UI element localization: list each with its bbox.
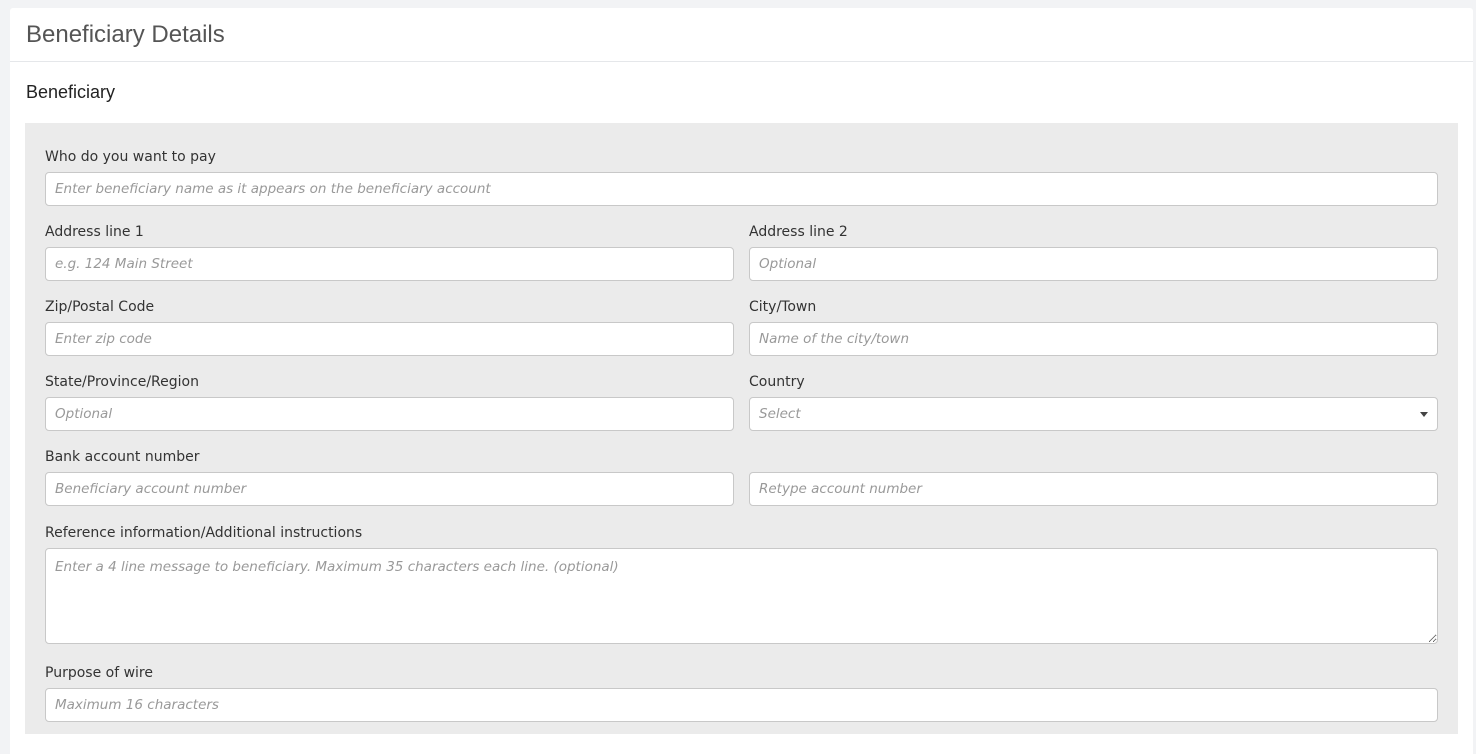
beneficiary-details-card: Beneficiary Details Beneficiary Who do y… <box>10 8 1473 754</box>
country-select-value: Select <box>759 406 801 422</box>
section-title: Beneficiary <box>26 82 116 102</box>
account-number-input[interactable] <box>45 472 734 506</box>
retype-account-number-input[interactable] <box>749 472 1438 506</box>
address-line-1-input[interactable] <box>45 247 734 281</box>
country-select[interactable]: Select <box>749 397 1438 431</box>
card-header: Beneficiary Details <box>10 8 1473 62</box>
address-line-2-input[interactable] <box>749 247 1438 281</box>
reference-label: Reference information/Additional instruc… <box>45 525 363 541</box>
beneficiary-form: Who do you want to pay Address line 1 Ad… <box>25 123 1458 734</box>
purpose-input[interactable] <box>45 688 1438 722</box>
chevron-down-icon <box>1420 411 1428 417</box>
reference-textarea[interactable] <box>45 548 1438 644</box>
city-input[interactable] <box>749 322 1438 356</box>
zip-label: Zip/Postal Code <box>45 299 155 315</box>
address-line-1-label: Address line 1 <box>45 224 144 240</box>
state-input[interactable] <box>45 397 734 431</box>
purpose-label: Purpose of wire <box>45 665 153 681</box>
address-line-2-label: Address line 2 <box>749 224 848 240</box>
bank-account-label: Bank account number <box>45 449 200 465</box>
beneficiary-name-input[interactable] <box>45 172 1438 206</box>
page-title: Beneficiary Details <box>26 21 225 48</box>
zip-input[interactable] <box>45 322 734 356</box>
city-label: City/Town <box>749 299 817 315</box>
state-label: State/Province/Region <box>45 374 199 390</box>
who-to-pay-label: Who do you want to pay <box>45 149 216 165</box>
country-label: Country <box>749 374 805 390</box>
